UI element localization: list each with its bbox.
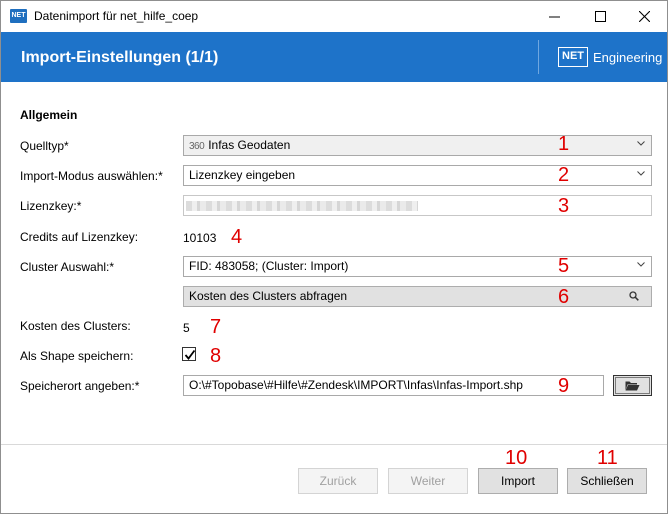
- import-modus-value: Lizenzkey eingeben: [189, 168, 296, 182]
- folder-open-icon: [625, 381, 640, 391]
- header-banner: Import-Einstellungen (1/1) NET Engineeri…: [1, 32, 667, 82]
- close-icon: [638, 10, 650, 22]
- import-modus-select[interactable]: Lizenzkey eingeben: [183, 165, 652, 186]
- app-icon: NET: [10, 9, 27, 23]
- window-title: Datenimport für net_hilfe_coep: [34, 9, 199, 23]
- annotation-number: 6: [558, 286, 570, 308]
- logo-text: Engineering: [593, 50, 663, 65]
- query-cluster-cost-label: Kosten des Clusters abfragen: [189, 289, 348, 303]
- annotation-number: 10: [505, 447, 528, 469]
- annotation-number: 4: [231, 226, 243, 248]
- kosten-label: Kosten des Clusters:: [20, 319, 131, 333]
- quelltyp-value: Infas Geodaten: [208, 138, 291, 152]
- chevron-down-icon: [637, 141, 645, 146]
- annotation-number: 7: [210, 316, 222, 338]
- checkmark-icon: [184, 349, 196, 360]
- geodata-360-icon: 360: [189, 141, 205, 152]
- annotation-number: 2: [558, 164, 570, 186]
- chevron-down-icon: [637, 262, 645, 267]
- import-modus-label: Import-Modus auswählen:*: [20, 169, 163, 183]
- chevron-down-icon: [637, 171, 645, 176]
- quelltyp-label: Quelltyp*: [20, 139, 69, 153]
- import-dialog-window: NET Datenimport für net_hilfe_coep Impor…: [0, 0, 668, 514]
- save-as-shape-checkbox[interactable]: [182, 347, 196, 361]
- footer-divider: [1, 444, 667, 445]
- search-icon: [629, 291, 639, 301]
- annotation-number: 3: [558, 195, 570, 217]
- annotation-number: 5: [558, 255, 570, 277]
- shape-label: Als Shape speichern:: [20, 349, 134, 363]
- page-title: Import-Einstellungen (1/1): [21, 49, 219, 66]
- close-window-button[interactable]: [621, 1, 667, 31]
- blurred-license-key: [186, 201, 418, 211]
- cluster-select[interactable]: FID: 483058; (Cluster: Import): [183, 256, 652, 277]
- cluster-label: Cluster Auswahl:*: [20, 260, 115, 274]
- annotation-number: 1: [558, 133, 570, 155]
- annotation-number: 11: [597, 447, 618, 469]
- annotation-number: 8: [210, 345, 222, 367]
- query-cluster-cost-button[interactable]: Kosten des Clusters abfragen: [183, 286, 652, 307]
- cluster-value: FID: 483058; (Cluster: Import): [189, 259, 349, 273]
- import-button[interactable]: Import: [478, 468, 558, 494]
- kosten-value: 5: [183, 321, 190, 335]
- minimize-button[interactable]: [531, 1, 577, 31]
- lizenzkey-label: Lizenzkey:*: [20, 199, 82, 213]
- speicherort-label: Speicherort angeben:*: [20, 379, 140, 393]
- next-button[interactable]: Weiter: [388, 468, 468, 494]
- back-button[interactable]: Zurück: [298, 468, 378, 494]
- credits-value: 10103: [183, 231, 217, 245]
- credits-label: Credits auf Lizenzkey:: [20, 230, 139, 244]
- lizenzkey-input[interactable]: [183, 195, 652, 216]
- minimize-icon: [548, 16, 560, 17]
- quelltyp-select[interactable]: 360 Infas Geodaten: [183, 135, 652, 156]
- maximize-button[interactable]: [577, 1, 623, 31]
- section-title: Allgemein: [20, 108, 78, 122]
- close-button[interactable]: Schließen: [567, 468, 647, 494]
- logo-mark: NET: [558, 47, 588, 67]
- maximize-icon: [594, 10, 606, 22]
- annotation-number: 9: [558, 375, 570, 397]
- title-bar: NET Datenimport für net_hilfe_coep: [1, 1, 667, 31]
- speicherort-input[interactable]: O:\#Topobase\#Hilfe\#Zendesk\IMPORT\Infa…: [183, 375, 604, 396]
- browse-folder-button[interactable]: [613, 375, 652, 396]
- logo-divider: [538, 40, 539, 74]
